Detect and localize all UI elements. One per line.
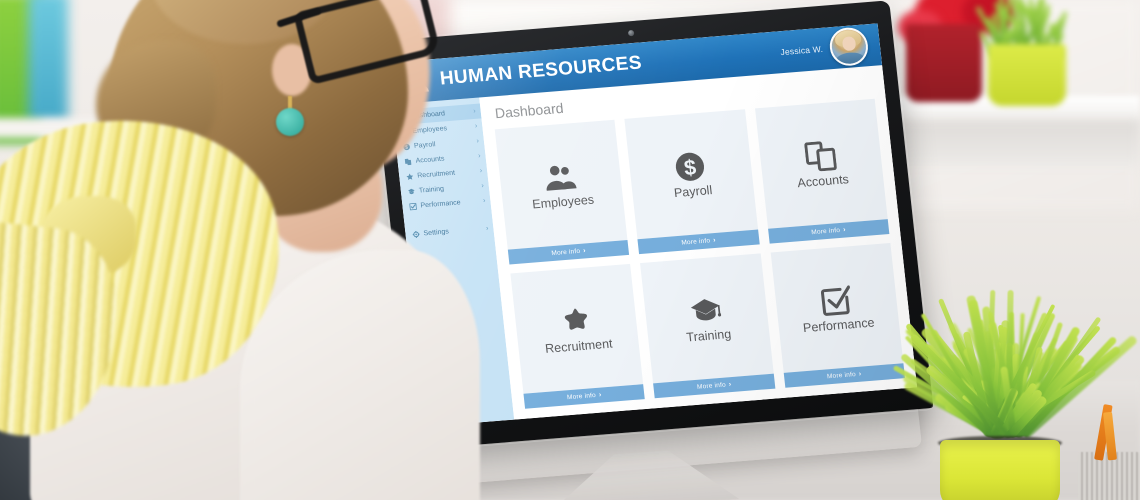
copy-docs-icon <box>804 140 837 172</box>
more-info-label: More info <box>567 392 597 401</box>
card-label: Recruitment <box>544 336 613 355</box>
card-face: Employees <box>495 120 628 250</box>
dollar-coin-icon: $ <box>674 150 707 182</box>
star-icon <box>559 305 592 337</box>
card-label: Training <box>686 327 732 345</box>
star-icon <box>406 173 414 181</box>
sidebar-item-label: Training <box>419 183 478 195</box>
card-face: Recruitment <box>510 264 643 394</box>
earring <box>276 108 304 136</box>
card-face: Training <box>640 253 773 383</box>
chevron-right-icon: › <box>486 225 489 232</box>
card-training[interactable]: Training More info › <box>640 253 775 398</box>
chevron-right-icon: › <box>476 138 479 145</box>
chevron-right-icon: › <box>483 197 486 204</box>
chevron-right-icon: › <box>599 392 602 399</box>
sidebar-item-label: Performance <box>420 198 479 210</box>
card-label: Performance <box>802 315 875 335</box>
avatar-shirt <box>835 51 867 67</box>
user-name-label: Jessica W. <box>780 44 824 57</box>
checkbox-icon <box>409 203 417 211</box>
more-info-label: More info <box>811 227 841 236</box>
app-brand-title: HUMAN RESOURCES <box>439 52 643 90</box>
more-info-label: More info <box>697 382 727 391</box>
card-label: Employees <box>532 192 595 211</box>
people-icon <box>544 161 577 193</box>
chevron-right-icon: › <box>475 123 478 130</box>
card-label: Accounts <box>797 172 850 190</box>
main-content: Dashboard Employees More info › $ Payroll Mor… <box>479 65 917 420</box>
avatar-face <box>842 36 856 51</box>
graduation-icon <box>408 188 416 196</box>
red-flower-pot <box>906 24 982 102</box>
more-info-label: More info <box>827 371 857 380</box>
card-face: Performance <box>770 243 903 373</box>
chevron-right-icon: › <box>729 381 732 388</box>
chevron-right-icon: › <box>713 237 716 244</box>
card-accounts[interactable]: Accounts More info › <box>755 99 890 244</box>
card-performance[interactable]: Performance More info › <box>770 243 905 388</box>
sidebar-item-label: Recruitment <box>417 168 476 180</box>
wall-shelf-shadow <box>880 120 1140 166</box>
card-employees[interactable]: Employees More info › <box>495 120 630 265</box>
plant-yellow-pot <box>940 440 1060 500</box>
card-recruitment[interactable]: Recruitment More info › <box>510 264 645 409</box>
avatar[interactable] <box>828 26 870 67</box>
sidebar-item-label: Settings <box>423 226 482 238</box>
gear-icon <box>412 231 420 239</box>
sidebar-item-label: Payroll <box>414 138 473 150</box>
desk-plant <box>898 218 1128 448</box>
chevron-right-icon: › <box>858 371 861 378</box>
card-face: $ Payroll <box>625 109 758 239</box>
card-label: Payroll <box>673 183 713 200</box>
chevron-right-icon: › <box>481 182 484 189</box>
chevron-right-icon: › <box>843 226 846 233</box>
chevron-right-icon: › <box>473 108 476 115</box>
sidebar-item-label: Accounts <box>415 153 474 165</box>
more-info-label: More info <box>681 237 711 246</box>
chevron-right-icon: › <box>583 247 586 254</box>
sidebar-item-label: Employees <box>412 123 471 135</box>
dashboard-card-grid: Employees More info › $ Payroll More info › Acc… <box>495 99 905 409</box>
user-menu[interactable]: Jessica W. <box>778 26 869 71</box>
bookshelf-book-teal <box>28 0 68 122</box>
check-box-icon <box>819 284 852 316</box>
graduation-cap-icon <box>689 294 722 326</box>
more-info-label: More info <box>551 248 581 257</box>
chevron-right-icon: › <box>478 153 481 160</box>
documents-icon <box>404 158 412 166</box>
card-face: Accounts <box>755 99 888 229</box>
chevron-right-icon: › <box>479 167 482 174</box>
shelf-yellow-pot <box>988 44 1066 106</box>
photo-scene: HUMAN RESOURCES Jessica W. Dashboard › E… <box>0 0 1140 500</box>
card-payroll[interactable]: $ Payroll More info › <box>625 109 760 254</box>
